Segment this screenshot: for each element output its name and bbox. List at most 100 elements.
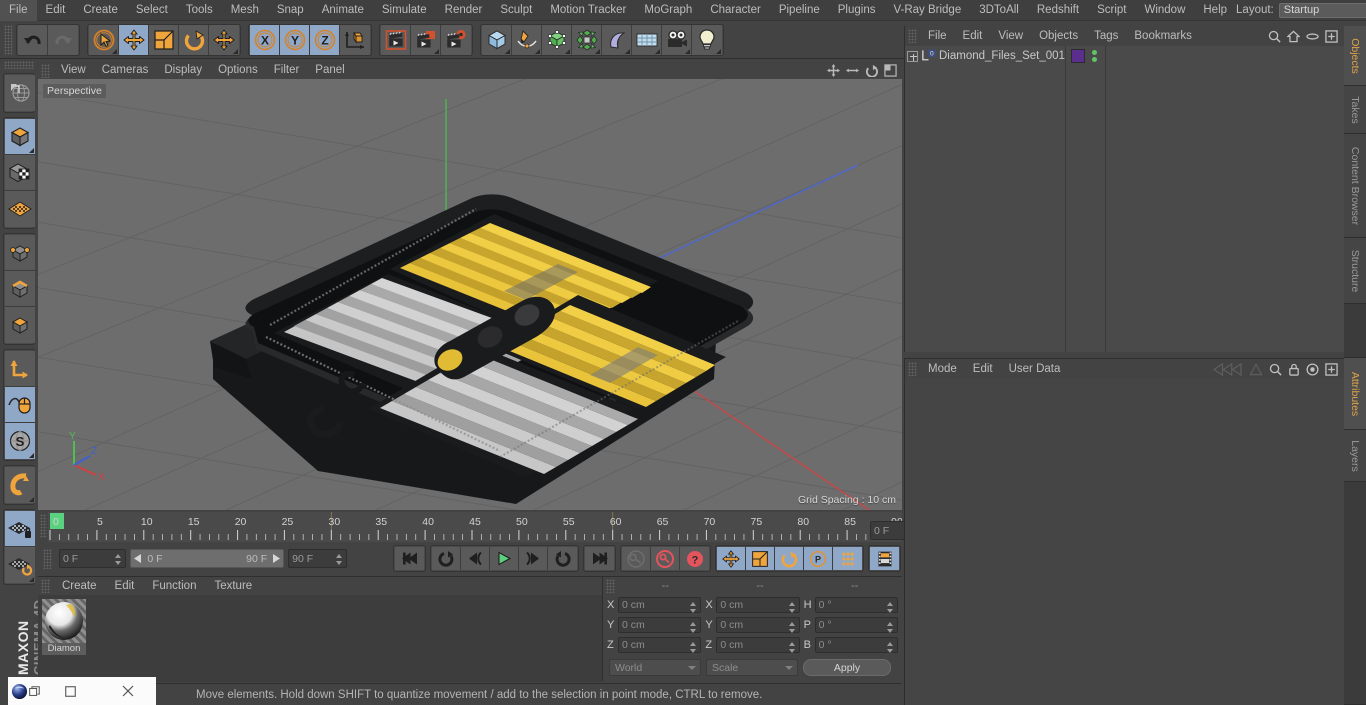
- viewport-menu-cameras[interactable]: Cameras: [94, 62, 157, 79]
- object-menu-objects[interactable]: Objects: [1031, 26, 1086, 46]
- menu-item-render[interactable]: Render: [436, 0, 492, 21]
- search-icon[interactable]: [1269, 363, 1282, 376]
- object-menu-tags[interactable]: Tags: [1086, 26, 1126, 46]
- max-frame-field[interactable]: 90 F: [288, 549, 347, 568]
- spinner-icon[interactable]: [788, 641, 796, 654]
- rotation-key-button[interactable]: [775, 547, 804, 570]
- vtab-content-browser[interactable]: Content Browser: [1344, 134, 1366, 238]
- layout-select[interactable]: Startup: [1278, 2, 1366, 18]
- ellipse-icon[interactable]: [1306, 30, 1319, 43]
- field-position-z[interactable]: 0 cm: [618, 637, 702, 654]
- object-menu-view[interactable]: View: [990, 26, 1031, 46]
- material-preview-swatch[interactable]: [42, 599, 86, 643]
- material-list[interactable]: Diamon: [38, 595, 602, 682]
- attribute-manager-grip[interactable]: [908, 362, 917, 376]
- frame-range-slider[interactable]: 0 F 90 F: [130, 549, 285, 568]
- menu-item-mesh[interactable]: Mesh: [222, 0, 268, 21]
- field-position-y[interactable]: 0 cm: [618, 617, 702, 634]
- enable-magnet-button[interactable]: [5, 467, 35, 503]
- lock-z-axis[interactable]: Z: [310, 24, 340, 55]
- redo-button[interactable]: [48, 24, 78, 55]
- search-icon[interactable]: [1268, 30, 1281, 43]
- range-left-arrow-icon[interactable]: [134, 554, 143, 563]
- undo-button[interactable]: [18, 24, 48, 55]
- field-position-x[interactable]: 0 cm: [618, 597, 702, 613]
- field-rotation-p[interactable]: 0 °: [814, 617, 898, 634]
- current-frame-field[interactable]: 0 F: [59, 549, 127, 568]
- timeline-ruler[interactable]: [48, 512, 902, 542]
- material-menu-function[interactable]: Function: [143, 577, 205, 595]
- timeline-grip[interactable]: [40, 514, 47, 538]
- material-tag-icon[interactable]: [1071, 49, 1085, 63]
- target-icon[interactable]: [1306, 362, 1319, 376]
- spinner-icon[interactable]: [690, 641, 697, 654]
- texture-mode-button[interactable]: [5, 155, 35, 191]
- previous-frame-button[interactable]: [461, 547, 490, 570]
- live-selection-tool[interactable]: [89, 24, 119, 55]
- menu-item-vray-bridge[interactable]: V-Ray Bridge: [884, 0, 970, 21]
- coordinate-space-select[interactable]: World: [609, 659, 701, 676]
- viewport-menu-options[interactable]: Options: [210, 62, 266, 79]
- edges-mode-button[interactable]: [5, 271, 35, 307]
- apply-button[interactable]: Apply: [803, 659, 891, 676]
- object-manager-grip[interactable]: [908, 29, 917, 43]
- attribute-menu-user-data[interactable]: User Data: [1001, 359, 1069, 379]
- render-to-picture-viewer-button[interactable]: [411, 24, 441, 55]
- add-nurbs-button[interactable]: [542, 24, 572, 55]
- field-rotation-b[interactable]: 0 °: [814, 637, 898, 654]
- expand-plus-icon[interactable]: [907, 50, 918, 62]
- spinner-icon[interactable]: [690, 621, 697, 634]
- spinner-icon[interactable]: [886, 601, 894, 614]
- viewport-menu-view[interactable]: View: [53, 62, 94, 79]
- lock-y-axis[interactable]: Y: [280, 24, 310, 55]
- menu-item-tools[interactable]: Tools: [177, 0, 222, 21]
- viewport-grip[interactable]: [41, 63, 50, 78]
- coordinates-grip[interactable]: [606, 579, 615, 593]
- viewport-menu-panel[interactable]: Panel: [307, 62, 352, 79]
- pla-key-button[interactable]: [833, 547, 862, 570]
- object-empty-column[interactable]: [1106, 46, 1345, 352]
- zoom-view-icon[interactable]: [846, 64, 859, 77]
- play-reverse-loop-button[interactable]: [432, 547, 461, 570]
- menu-item-edit[interactable]: Edit: [37, 0, 75, 21]
- position-key-button[interactable]: [717, 547, 746, 570]
- add-spline-button[interactable]: [512, 24, 542, 55]
- spinner-icon[interactable]: [336, 553, 343, 566]
- pan-view-icon[interactable]: [827, 64, 840, 77]
- move-tool[interactable]: [119, 24, 149, 55]
- spinner-icon[interactable]: [886, 621, 894, 634]
- field-size-z[interactable]: 0 cm: [716, 637, 800, 654]
- menu-item-motion-tracker[interactable]: Motion Tracker: [541, 0, 635, 21]
- make-editable-button[interactable]: [5, 119, 35, 155]
- plus-box-icon[interactable]: [1325, 29, 1338, 43]
- viewport-3d-canvas[interactable]: Perspective Grid Spacing : 10 cm Y X Z: [38, 79, 902, 510]
- spinner-icon[interactable]: [886, 641, 894, 654]
- timeline-controls-grip[interactable]: [43, 548, 52, 569]
- timeline-playhead[interactable]: [50, 513, 64, 529]
- lock-x-axis[interactable]: X: [250, 24, 280, 55]
- add-cube-button[interactable]: [482, 24, 512, 55]
- lock-workplane-button[interactable]: [5, 511, 35, 547]
- home-icon[interactable]: [1287, 30, 1300, 43]
- enable-snapping-button[interactable]: [5, 387, 35, 423]
- polygons-mode-button[interactable]: [5, 307, 35, 343]
- attribute-menu-edit[interactable]: Edit: [965, 359, 1001, 379]
- rotate-tool[interactable]: [179, 24, 209, 55]
- object-tags-column[interactable]: [1066, 46, 1106, 352]
- menu-item-file[interactable]: File: [0, 0, 37, 21]
- close-window-button[interactable]: [99, 677, 156, 705]
- menu-item-character[interactable]: Character: [701, 0, 770, 21]
- render-settings-button[interactable]: [441, 24, 471, 55]
- autokeying-button[interactable]: [651, 547, 680, 570]
- menu-item-plugins[interactable]: Plugins: [829, 0, 885, 21]
- spinner-icon[interactable]: [115, 553, 122, 566]
- menu-item-pipeline[interactable]: Pipeline: [770, 0, 829, 21]
- object-menu-edit[interactable]: Edit: [955, 26, 991, 46]
- move-axis-tool[interactable]: [209, 24, 239, 55]
- left-toolbar-grip[interactable]: [4, 61, 34, 69]
- attribute-menu-mode[interactable]: Mode: [920, 359, 965, 379]
- go-to-end-button[interactable]: [585, 547, 614, 570]
- rotate-view-icon[interactable]: [865, 64, 878, 77]
- vtab-layers[interactable]: Layers: [1344, 430, 1366, 482]
- field-size-y[interactable]: 0 cm: [716, 617, 800, 633]
